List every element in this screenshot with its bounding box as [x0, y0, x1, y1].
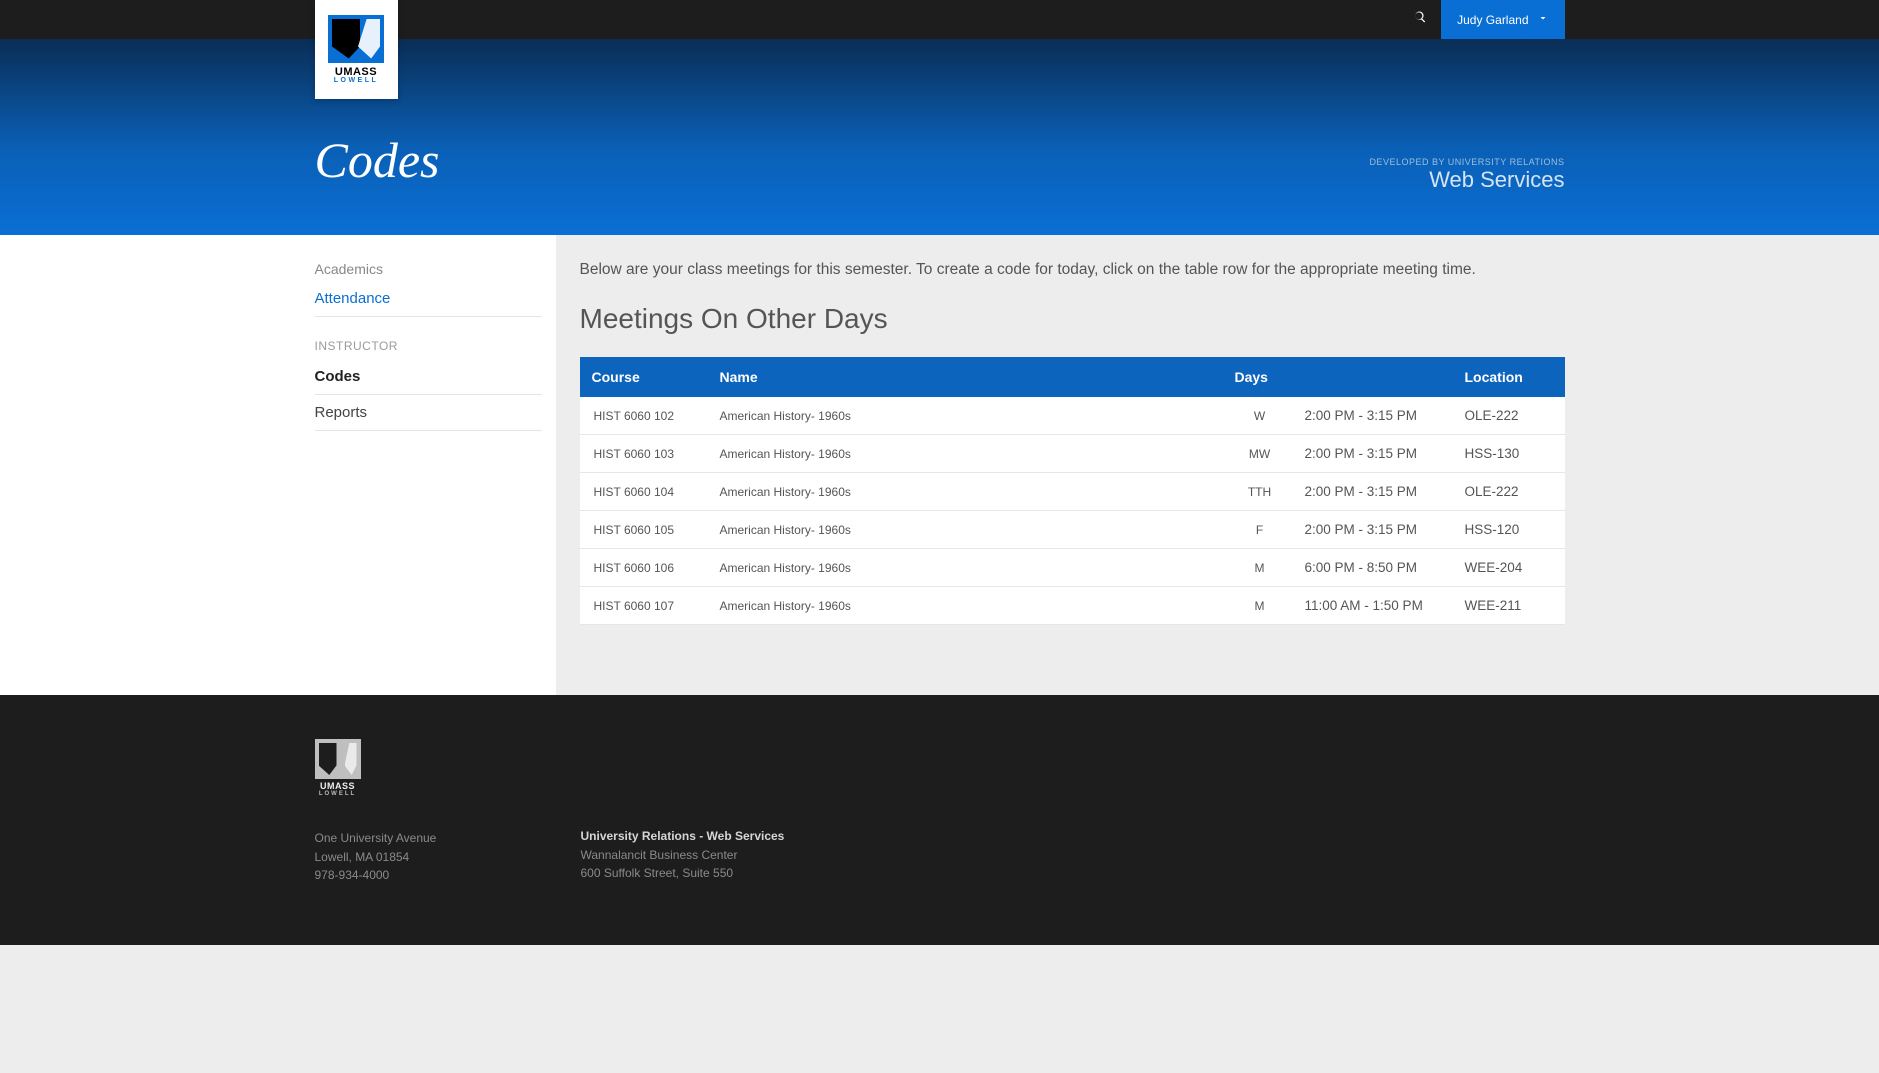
col-header-days: Days [1225, 357, 1295, 397]
page-title: Codes [315, 131, 440, 189]
cell-location: WEE-211 [1455, 587, 1565, 625]
footer-address-line1: One University Avenue [315, 829, 491, 848]
cell-days: M [1225, 587, 1295, 625]
footer-dept-line2: 600 Suffolk Street, Suite 550 [581, 864, 785, 883]
umass-logo: UMASS LOWELL [328, 15, 384, 85]
sidebar-item-reports[interactable]: Reports [315, 395, 542, 431]
cell-time: 11:00 AM - 1:50 PM [1295, 587, 1455, 625]
footer-dept-line1: Wannalancit Business Center [581, 846, 785, 865]
cell-location: HSS-130 [1455, 435, 1565, 473]
table-header-row: Course Name Days Location [580, 357, 1565, 397]
cell-name: American History- 1960s [710, 397, 1225, 435]
hero-banner: UMASS LOWELL Codes DEVELOPED BY UNIVERSI… [0, 39, 1879, 235]
cell-time: 2:00 PM - 3:15 PM [1295, 435, 1455, 473]
footer-umass-logo: UMASS LOWELL [315, 739, 361, 799]
cell-time: 2:00 PM - 3:15 PM [1295, 473, 1455, 511]
cell-location: HSS-120 [1455, 511, 1565, 549]
cell-course: HIST 6060 105 [580, 511, 710, 549]
cell-location: OLE-222 [1455, 397, 1565, 435]
cell-location: WEE-204 [1455, 549, 1565, 587]
col-header-spacer [1295, 357, 1455, 397]
cell-course: HIST 6060 103 [580, 435, 710, 473]
col-header-name: Name [710, 357, 1225, 397]
umass-logo-icon [328, 15, 384, 63]
umass-logo-icon [315, 739, 361, 779]
table-row[interactable]: HIST 6060 103American History- 1960sMW2:… [580, 435, 1565, 473]
sidebar-item-codes[interactable]: Codes [315, 359, 542, 395]
chevron-down-icon [1537, 12, 1549, 27]
cell-days: W [1225, 397, 1295, 435]
footer-logo-line2: LOWELL [315, 791, 361, 797]
cell-location: OLE-222 [1455, 473, 1565, 511]
cell-name: American History- 1960s [710, 473, 1225, 511]
table-row[interactable]: HIST 6060 102American History- 1960sW2:0… [580, 397, 1565, 435]
topbar: Judy Garland [0, 0, 1879, 39]
cell-course: HIST 6060 104 [580, 473, 710, 511]
footer-logo-line1: UMASS [315, 781, 361, 791]
col-header-location: Location [1455, 357, 1565, 397]
cell-days: F [1225, 511, 1295, 549]
search-button[interactable] [1399, 0, 1441, 39]
cell-time: 2:00 PM - 3:15 PM [1295, 511, 1455, 549]
cell-name: American History- 1960s [710, 549, 1225, 587]
table-row[interactable]: HIST 6060 106American History- 1960sM6:0… [580, 549, 1565, 587]
col-header-course: Course [580, 357, 710, 397]
search-icon [1413, 10, 1427, 29]
section-heading: Meetings On Other Days [580, 303, 1565, 335]
sidebar-item-attendance[interactable]: Attendance [315, 281, 542, 317]
cell-name: American History- 1960s [710, 511, 1225, 549]
hero-developed-by: DEVELOPED BY UNIVERSITY RELATIONS [1369, 157, 1564, 167]
hero-web-services: Web Services [1369, 167, 1564, 193]
user-menu[interactable]: Judy Garland [1441, 0, 1564, 39]
footer-phone: 978-934-4000 [315, 866, 491, 885]
table-row[interactable]: HIST 6060 107American History- 1960sM11:… [580, 587, 1565, 625]
cell-days: M [1225, 549, 1295, 587]
sidebar: Academics Attendance INSTRUCTOR Codes Re… [315, 235, 556, 695]
cell-name: American History- 1960s [710, 587, 1225, 625]
cell-time: 6:00 PM - 8:50 PM [1295, 549, 1455, 587]
intro-text: Below are your class meetings for this s… [580, 261, 1565, 279]
footer: UMASS LOWELL One University Avenue Lowel… [0, 695, 1879, 945]
cell-days: MW [1225, 435, 1295, 473]
footer-address-line2: Lowell, MA 01854 [315, 848, 491, 867]
cell-course: HIST 6060 106 [580, 549, 710, 587]
table-row[interactable]: HIST 6060 105American History- 1960sF2:0… [580, 511, 1565, 549]
cell-time: 2:00 PM - 3:15 PM [1295, 397, 1455, 435]
cell-name: American History- 1960s [710, 435, 1225, 473]
cell-days: TTH [1225, 473, 1295, 511]
main-content: Below are your class meetings for this s… [556, 235, 1565, 695]
cell-course: HIST 6060 107 [580, 587, 710, 625]
logo-card[interactable]: UMASS LOWELL [315, 0, 398, 99]
sidebar-heading-academics: Academics [315, 261, 542, 281]
user-name: Judy Garland [1457, 13, 1528, 27]
footer-dept-title: University Relations - Web Services [581, 827, 785, 846]
sidebar-heading-instructor: INSTRUCTOR [315, 317, 542, 359]
logo-line2: LOWELL [328, 77, 384, 84]
cell-course: HIST 6060 102 [580, 397, 710, 435]
table-row[interactable]: HIST 6060 104American History- 1960sTTH2… [580, 473, 1565, 511]
meetings-table: Course Name Days Location HIST 6060 102A… [580, 357, 1565, 625]
